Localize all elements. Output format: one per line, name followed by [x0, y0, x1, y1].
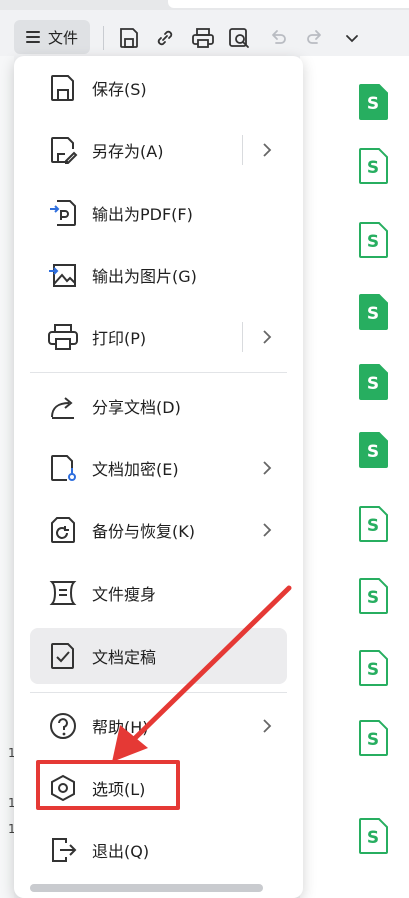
chevron-right-icon[interactable]	[257, 458, 277, 478]
menu-item-label: 文档定稿	[92, 648, 157, 667]
file-icon-letter: S	[367, 304, 379, 324]
menu-item-label: 帮助(H)	[92, 718, 149, 737]
menu-item-label: 备份与恢复(K)	[92, 522, 195, 541]
backup-icon	[46, 513, 80, 547]
file-icon-letter: S	[367, 588, 379, 608]
file-icon-letter: S	[367, 828, 379, 848]
file-icon-letter: S	[367, 232, 379, 252]
spreadsheet-file-icon[interactable]: S	[358, 222, 388, 258]
spreadsheet-file-icon[interactable]: S	[358, 148, 388, 184]
spreadsheet-file-icon[interactable]: S	[358, 294, 388, 330]
menu-item-label: 打印(P)	[92, 329, 147, 348]
export-pdf-icon	[46, 196, 80, 230]
encrypt-icon	[46, 451, 80, 485]
menu-item-save[interactable]: 保存(S)	[30, 60, 287, 116]
hamburger-icon	[25, 31, 40, 43]
toolbar-separator	[103, 26, 104, 50]
file-menu-button[interactable]: 文件	[14, 20, 90, 54]
menu-item-print[interactable]: 打印(P)	[30, 309, 287, 365]
undo-icon[interactable]	[265, 24, 291, 52]
menu-item-label: 输出为PDF(F)	[92, 205, 193, 224]
file-icon-letter: S	[367, 94, 379, 114]
file-icon-letter: S	[367, 516, 379, 536]
menu-divider	[30, 372, 287, 373]
annotation-highlight-box	[36, 760, 180, 810]
chevron-right-icon[interactable]	[257, 520, 277, 540]
spreadsheet-file-icon[interactable]: S	[358, 506, 388, 542]
redo-icon[interactable]	[302, 24, 328, 52]
spreadsheet-file-icon[interactable]: S	[358, 720, 388, 756]
spreadsheet-file-icon[interactable]: S	[358, 650, 388, 686]
spreadsheet-file-icon[interactable]: S	[358, 578, 388, 614]
menu-item-encrypt[interactable]: 文档加密(E)	[30, 440, 287, 496]
finalize-icon	[46, 639, 80, 673]
file-menu-label: 文件	[47, 28, 78, 47]
sheet-row-strip: 1 1 1	[0, 56, 16, 898]
menu-item-save-as[interactable]: 另存为(A)	[30, 122, 287, 178]
spreadsheet-file-icon[interactable]: S	[358, 84, 388, 120]
menu-item-exit[interactable]: 退出(Q)	[30, 822, 287, 878]
print-preview-icon[interactable]	[227, 24, 253, 52]
file-icon-letter: S	[367, 374, 379, 394]
submenu-divider	[242, 322, 243, 352]
save-icon	[46, 71, 80, 105]
link-icon[interactable]	[152, 24, 178, 52]
help-icon	[46, 709, 80, 743]
chevron-right-icon[interactable]	[257, 716, 277, 736]
more-dropdown-icon[interactable]	[339, 24, 365, 52]
file-list-panel	[300, 56, 409, 898]
file-icon-letter: S	[367, 730, 379, 750]
spreadsheet-file-icon[interactable]: S	[358, 364, 388, 400]
share-icon	[46, 389, 80, 423]
menu-item-export-image[interactable]: 输出为图片(G)	[30, 247, 287, 303]
menu-item-help[interactable]: 帮助(H)	[30, 698, 287, 754]
menu-item-label: 输出为图片(G)	[92, 267, 197, 286]
print-icon[interactable]	[190, 24, 216, 52]
menu-scrollbar[interactable]	[30, 884, 263, 892]
chevron-right-icon[interactable]	[257, 140, 277, 160]
file-icon-letter: S	[367, 158, 379, 178]
save-icon[interactable]	[116, 24, 142, 52]
submenu-divider	[242, 135, 243, 165]
export-image-icon	[46, 258, 80, 292]
save-as-icon	[46, 133, 80, 167]
slim-icon	[46, 576, 80, 610]
menu-item-label: 文件瘦身	[92, 585, 157, 604]
menu-item-export-pdf[interactable]: 输出为PDF(F)	[30, 185, 287, 241]
menu-item-label: 另存为(A)	[92, 142, 164, 161]
spreadsheet-file-icon[interactable]: S	[358, 432, 388, 468]
menu-item-label: 文档加密(E)	[92, 460, 179, 479]
menu-item-label: 保存(S)	[92, 80, 147, 99]
menu-item-finalize[interactable]: 文档定稿	[30, 628, 287, 684]
menu-item-label: 分享文档(D)	[92, 398, 181, 417]
exit-icon	[46, 833, 80, 867]
document-tab[interactable]	[168, 0, 409, 8]
menu-item-backup[interactable]: 备份与恢复(K)	[30, 502, 287, 558]
file-icon-letter: S	[367, 660, 379, 680]
menu-item-label: 退出(Q)	[92, 842, 150, 861]
spreadsheet-file-icon[interactable]: S	[358, 818, 388, 854]
file-icon-letter: S	[367, 442, 379, 462]
menu-item-slim[interactable]: 文件瘦身	[30, 565, 287, 621]
menu-divider	[30, 692, 287, 693]
print-icon	[46, 320, 80, 354]
chevron-right-icon[interactable]	[257, 327, 277, 347]
menu-item-share[interactable]: 分享文档(D)	[30, 378, 287, 434]
